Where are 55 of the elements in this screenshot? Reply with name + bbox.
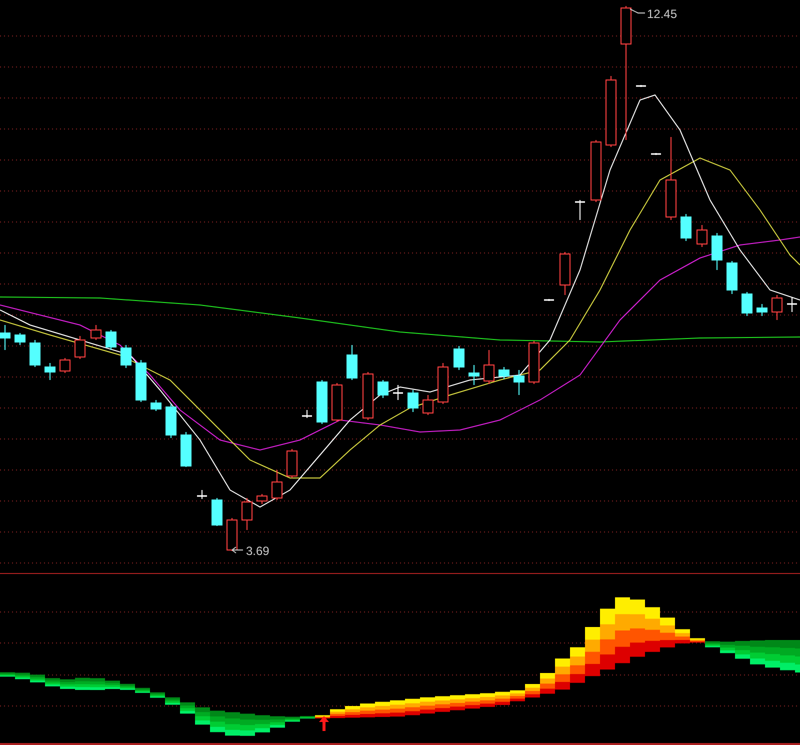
candlestick [316, 380, 328, 424]
candlestick [44, 362, 56, 380]
low-price-label: 3.69 [246, 544, 270, 558]
candlestick [362, 372, 374, 420]
candlestick [636, 84, 646, 88]
candlestick [14, 332, 26, 346]
candlestick [0, 324, 10, 350]
candlestick [197, 490, 207, 500]
candlestick [772, 294, 782, 320]
candlestick [560, 252, 570, 296]
candlestick [712, 232, 722, 270]
candlestick [393, 384, 403, 400]
candlestick [332, 382, 342, 422]
candlestick [742, 292, 752, 316]
candlestick [484, 350, 494, 384]
candlestick [346, 344, 358, 380]
candlestick [30, 340, 40, 368]
candlestick [136, 360, 146, 402]
candlestick [696, 224, 708, 248]
candlestick [680, 214, 692, 242]
candlestick [150, 400, 162, 412]
candlestick [544, 298, 554, 302]
candlestick [528, 340, 540, 384]
candlestick [90, 324, 102, 340]
up-arrow-icon [319, 716, 329, 731]
candlestick [454, 346, 464, 370]
candlestick [242, 498, 252, 530]
candlestick [378, 380, 388, 398]
candlestick [756, 304, 768, 316]
candlestick [498, 366, 510, 380]
candlestick [60, 358, 70, 374]
candlestick [787, 296, 797, 312]
candlestick [74, 336, 86, 360]
candlestick [212, 498, 222, 526]
candlestick [272, 470, 282, 500]
candlestick [606, 76, 616, 148]
pointer-arrow-icon [232, 546, 244, 554]
high-price-label: 12.45 [647, 7, 678, 21]
candlestick [438, 362, 448, 404]
candlestick [575, 200, 585, 220]
candlestick [166, 404, 176, 438]
candlestick [590, 140, 602, 202]
candlestick [651, 152, 661, 156]
candlestick [422, 394, 434, 416]
candlestick [408, 390, 418, 412]
candlestick [514, 370, 524, 396]
candlestick [256, 494, 268, 504]
candlestick [180, 432, 192, 468]
candlestick [106, 330, 116, 350]
candlestick [226, 518, 238, 552]
candlestick [302, 410, 312, 418]
candlestick [726, 260, 738, 294]
candlestick [120, 344, 132, 368]
candlestick [468, 364, 480, 386]
candlestick [286, 448, 298, 478]
